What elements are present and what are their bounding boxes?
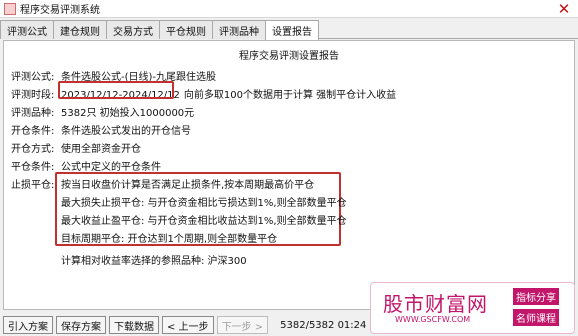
stop-line: 目标周期平仓: 开仓达到1个周期,则全部数量平仓 <box>61 234 278 245</box>
row-label: 止损平仓: <box>11 180 55 191</box>
row-value: 条件选股公式发出的开仓信号 <box>61 126 191 137</box>
row-value: 5382只 初始投入1000000元 <box>61 108 195 119</box>
stop-line: 最大收益止盈平仓: 与开仓资金相比收益达到1%,则全部数量平仓 <box>61 216 347 227</box>
row-instruments: 评测品种: 5382只 初始投入1000000元 <box>11 104 194 119</box>
previous-step-button[interactable]: < 上一步 <box>162 316 214 334</box>
benchmark-line: 计算相对收益率选择的参照品种: 沪深300 <box>61 256 247 267</box>
period-highlight-box <box>58 81 174 99</box>
watermark-brand: 股市财富网 <box>383 292 488 316</box>
tab-close-rules[interactable]: 平仓规则 <box>159 20 213 39</box>
next-step-button[interactable]: 下一步 > <box>216 316 269 334</box>
watermark-tag: 名师课程 <box>513 309 559 326</box>
tab-bar: 评测公式 建仓规则 交易方式 平仓规则 评测品种 设置报告 <box>0 20 578 40</box>
row-label: 评测公式: <box>11 72 55 83</box>
app-window: 程序交易评测系统 ✕ 评测公式 建仓规则 交易方式 平仓规则 评测品种 设置报告… <box>0 0 578 336</box>
stop-line: 最大损失止损平仓: 与开仓资金相比亏损达到1%,则全部数量平仓 <box>61 198 347 209</box>
import-plan-button[interactable]: 引入方案 <box>3 316 53 334</box>
watermark-tag: 指标分享 <box>513 288 559 305</box>
progress-counter: 5382/5382 01:24 <box>280 319 367 331</box>
row-label: 开仓条件: <box>11 126 55 137</box>
row-open-mode: 开仓方式: 使用全部资金开仓 <box>11 140 141 155</box>
row-label: 开仓方式: <box>11 144 55 155</box>
tab-report[interactable]: 设置报告 <box>265 20 319 40</box>
window-title: 程序交易评测系统 <box>20 5 100 16</box>
tab-open-rules[interactable]: 建仓规则 <box>53 20 107 39</box>
row-label: 评测时段: <box>11 90 55 101</box>
report-panel: 程序交易评测设置报告 评测公式: 条件选股公式-(日线)-九尾跟住选股 评测时段:… <box>3 40 575 310</box>
download-data-button[interactable]: 下载数据 <box>109 316 159 334</box>
tab-formula[interactable]: 评测公式 <box>0 20 54 39</box>
row-stop-label: 止损平仓: <box>11 176 61 191</box>
watermark-url: WWW.GSCFW.COM <box>395 315 471 324</box>
save-plan-button[interactable]: 保存方案 <box>56 316 106 334</box>
tab-instruments[interactable]: 评测品种 <box>212 20 266 39</box>
app-icon <box>4 2 16 15</box>
watermark-logo: 股市财富网 WWW.GSCFW.COM 指标分享 名师课程 <box>370 282 575 334</box>
close-button[interactable]: ✕ <box>556 0 572 18</box>
row-value-tail: 向前多取100个数据用于计算 强制平仓计入收益 <box>183 90 397 101</box>
row-open-condition: 开仓条件: 条件选股公式发出的开仓信号 <box>11 122 191 137</box>
row-value: 使用全部资金开仓 <box>61 144 141 155</box>
row-label: 平仓条件: <box>11 162 55 173</box>
report-title: 程序交易评测设置报告 <box>239 51 339 62</box>
title-bar: 程序交易评测系统 ✕ <box>0 0 578 18</box>
tab-trade-mode[interactable]: 交易方式 <box>106 20 160 39</box>
row-label: 评测品种: <box>11 108 55 119</box>
stop-line: 按当日收盘价计算是否满足止损条件,按本周期最高价平仓 <box>61 180 315 191</box>
row-close-condition: 平仓条件: 公式中定义的平仓条件 <box>11 158 161 173</box>
